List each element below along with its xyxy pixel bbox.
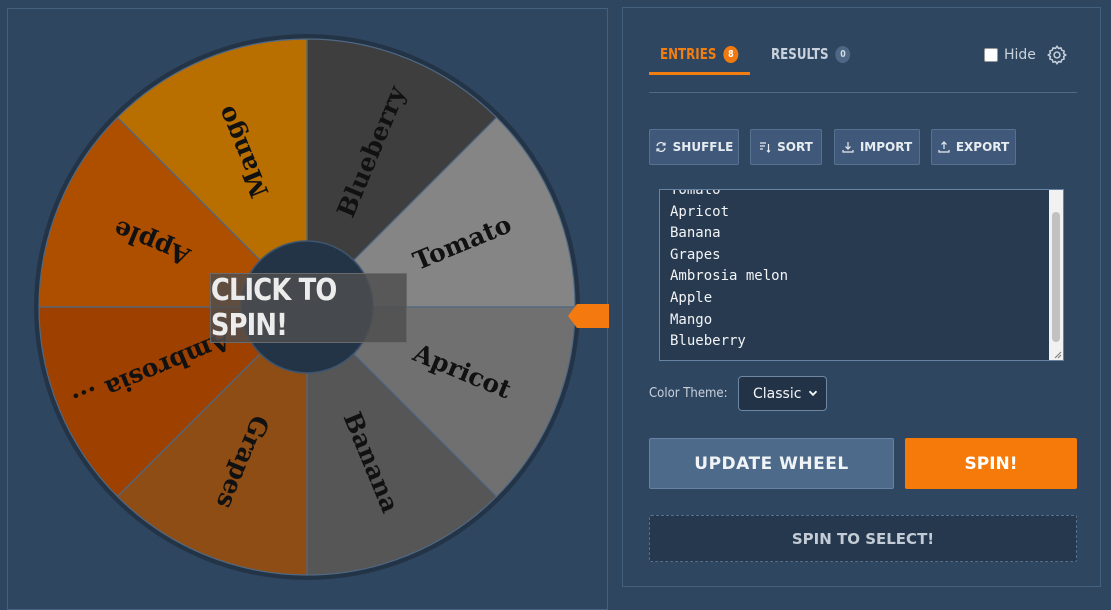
export-button[interactable]: EXPORT — [931, 129, 1016, 165]
wheel-pointer-icon — [568, 304, 609, 328]
sort-label: SORT — [777, 140, 813, 154]
chevron-down-icon — [808, 390, 818, 397]
entries-textarea[interactable]: Tomato Apricot Banana Grapes Ambrosia me… — [659, 189, 1064, 361]
control-panel: ENTRIES 8 RESULTS 0 Hide SHUFFLE SORT IM… — [622, 7, 1101, 587]
hide-label: Hide — [1004, 47, 1036, 63]
color-theme-value: Classic — [753, 385, 802, 402]
download-icon — [842, 142, 854, 153]
spin-to-select-button[interactable]: SPIN TO SELECT! — [649, 515, 1077, 562]
tab-results[interactable]: RESULTS 0 — [771, 45, 851, 63]
wheel-panel: Blueberry Tomato Apricot Banana Grapes Ambros… — [7, 8, 609, 610]
results-count-badge: 0 — [835, 45, 851, 63]
hide-checkbox[interactable] — [984, 48, 998, 62]
sort-icon — [760, 142, 771, 153]
tab-entries-label: ENTRIES — [660, 45, 717, 63]
tab-divider — [649, 92, 1077, 93]
update-wheel-button[interactable]: UPDATE WHEEL — [649, 438, 894, 489]
entries-scrollbar[interactable] — [1049, 190, 1063, 360]
spin-button[interactable]: SPIN! — [905, 438, 1077, 489]
click-to-spin-button[interactable]: CLICK TO SPIN! — [210, 273, 407, 343]
shuffle-label: SHUFFLE — [672, 140, 734, 154]
shuffle-icon — [656, 142, 666, 152]
upload-icon — [938, 141, 950, 153]
tab-results-label: RESULTS — [771, 45, 829, 63]
import-button[interactable]: IMPORT — [834, 129, 920, 165]
color-theme-label: Color Theme: — [649, 386, 728, 401]
sort-button[interactable]: SORT — [750, 129, 822, 165]
entries-text[interactable]: Tomato Apricot Banana Grapes Ambrosia me… — [670, 190, 788, 353]
entries-count-badge: 8 — [723, 45, 739, 63]
entries-scrollbar-thumb[interactable] — [1052, 212, 1060, 342]
gear-icon[interactable] — [1046, 44, 1068, 66]
import-label: IMPORT — [859, 140, 913, 154]
tab-entries[interactable]: ENTRIES 8 — [660, 45, 739, 63]
color-theme-select[interactable]: Classic — [738, 376, 827, 411]
active-tab-indicator — [649, 72, 750, 75]
export-label: EXPORT — [955, 140, 1010, 154]
hide-toggle[interactable]: Hide — [984, 47, 1036, 63]
shuffle-button[interactable]: SHUFFLE — [649, 129, 739, 165]
resize-handle-icon[interactable] — [1052, 349, 1062, 359]
